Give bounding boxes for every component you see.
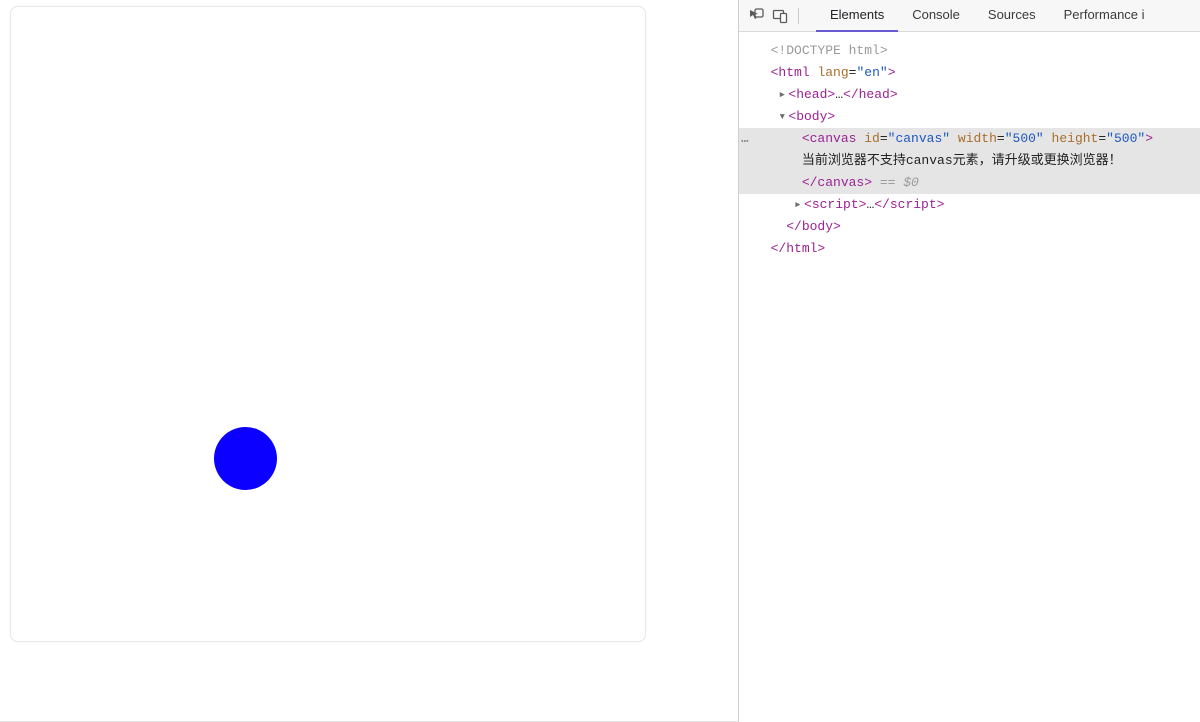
dom-html-open[interactable]: <html lang="en"> [739, 62, 1200, 84]
tab-performance[interactable]: Performance i [1050, 0, 1159, 32]
caret-right-icon[interactable]: ▸ [794, 194, 804, 216]
canvas-element[interactable] [10, 6, 646, 642]
inspect-icon[interactable] [747, 7, 765, 25]
dom-body-close[interactable]: </body> [739, 216, 1200, 238]
dom-doctype[interactable]: <!DOCTYPE html> [739, 40, 1200, 62]
dom-script[interactable]: ▸<script>…</script> [739, 194, 1200, 216]
dom-canvas-open[interactable]: <canvas id="canvas" width="500" height="… [739, 128, 1200, 150]
ellipsis-icon[interactable]: ⋯ [739, 131, 752, 153]
tab-console[interactable]: Console [898, 0, 974, 32]
dom-head[interactable]: ▸<head>…</head> [739, 84, 1200, 106]
caret-down-icon[interactable]: ▾ [778, 106, 788, 128]
dom-selected-node[interactable]: ⋯ <canvas id="canvas" width="500" height… [739, 128, 1200, 194]
device-toggle-icon[interactable] [771, 7, 789, 25]
devtools-tabs: Elements Console Sources Performance i [816, 0, 1159, 32]
rendered-page [0, 0, 738, 722]
caret-right-icon[interactable]: ▸ [778, 84, 788, 106]
tab-sources[interactable]: Sources [974, 0, 1050, 32]
devtools-toolbar: Elements Console Sources Performance i [739, 0, 1200, 32]
toolbar-divider [798, 8, 799, 24]
tab-elements[interactable]: Elements [816, 0, 898, 32]
dom-canvas-close[interactable]: </canvas> == $0 [739, 172, 1200, 194]
dom-html-close[interactable]: </html> [739, 238, 1200, 260]
dom-canvas-text[interactable]: 当前浏览器不支持canvas元素，请升级或更换浏览器！ [739, 150, 1200, 172]
dom-body-open[interactable]: ▾<body> [739, 106, 1200, 128]
devtools-panel: Elements Console Sources Performance i <… [738, 0, 1200, 722]
blue-ball [214, 427, 277, 490]
elements-dom-tree[interactable]: <!DOCTYPE html> <html lang="en"> ▸<head>… [739, 32, 1200, 722]
